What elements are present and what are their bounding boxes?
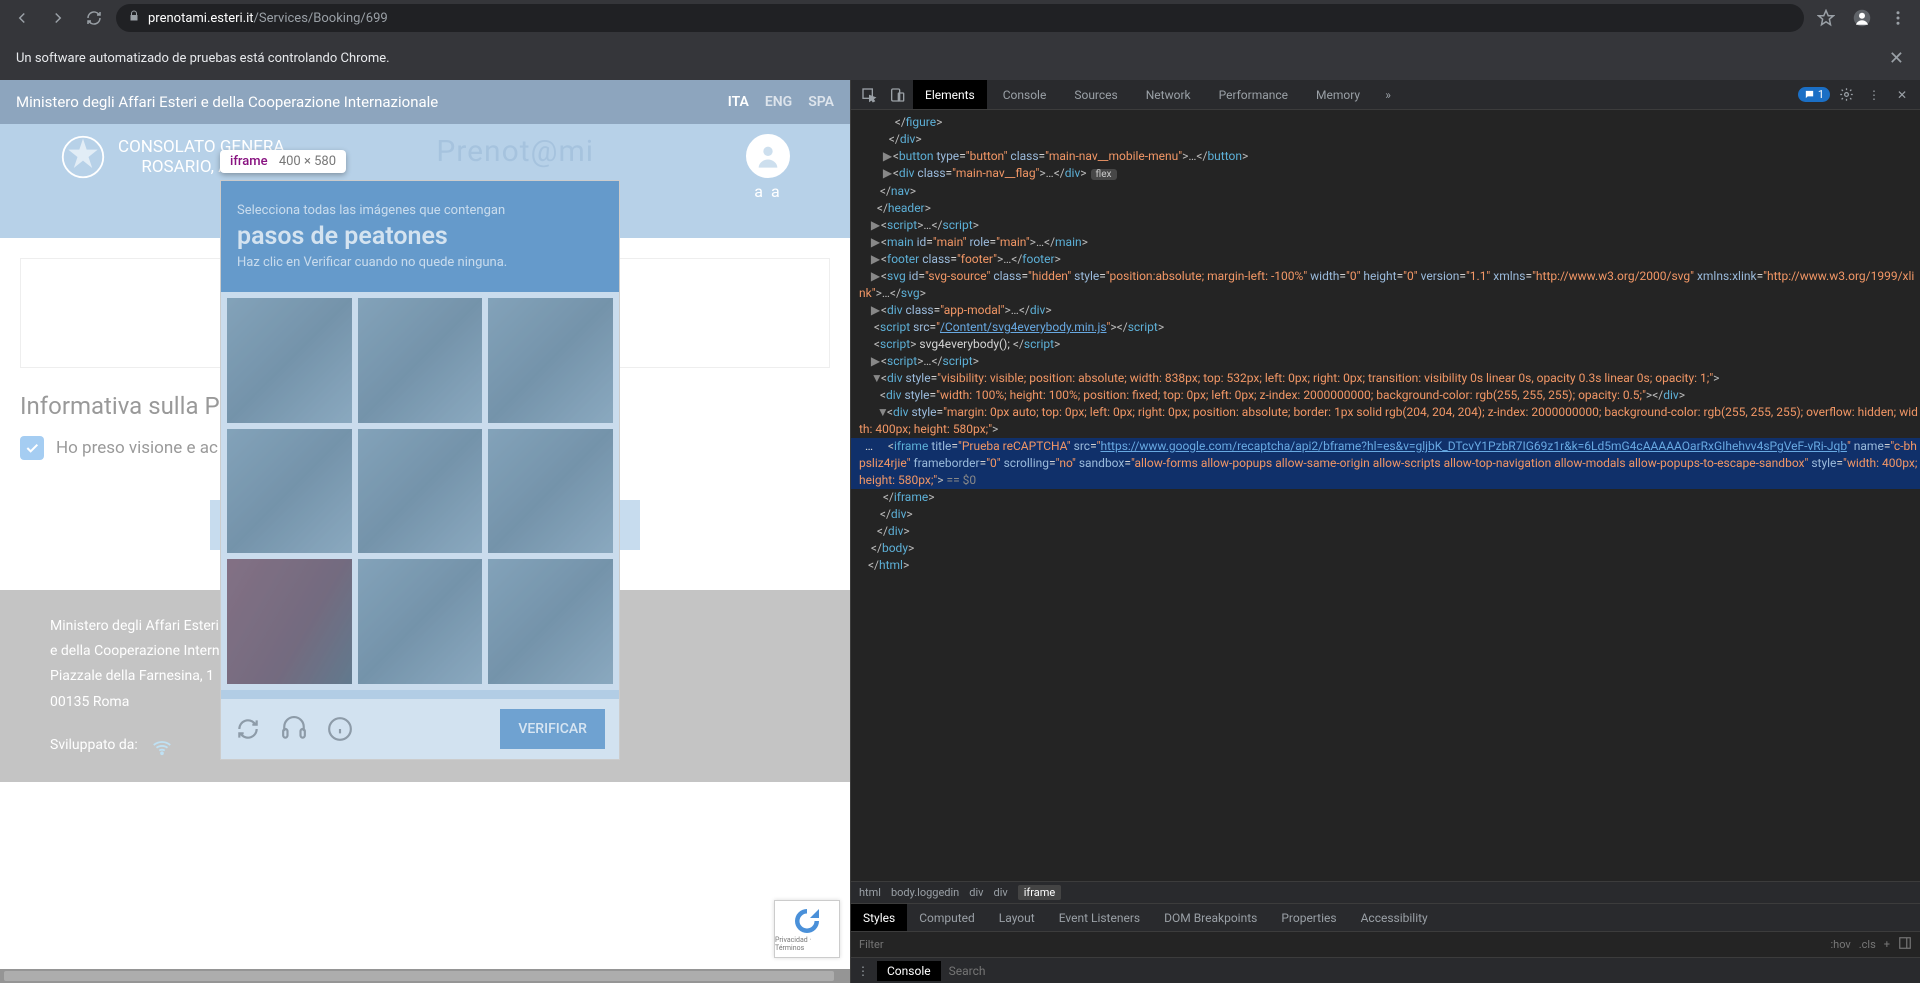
styles-filter: :hov .cls + [851,931,1920,957]
console-drawer: ⋮ Console [851,957,1920,983]
cls-toggle[interactable]: .cls [1859,938,1876,951]
crumb-iframe[interactable]: iframe [1018,885,1061,900]
forward-button[interactable] [44,4,72,32]
tab-computed[interactable]: Computed [907,904,987,931]
automation-banner-text: Un software automatizado de pruebas está… [16,51,390,66]
crumb-html[interactable]: html [859,886,881,899]
reload-icon[interactable] [235,716,261,742]
captcha-tile[interactable] [227,429,352,554]
captcha-tile[interactable] [488,298,613,423]
recaptcha-icon [792,906,822,936]
captcha-target: pasos de peatones [237,222,603,251]
profile-icon[interactable] [1848,4,1876,32]
issues-badge[interactable]: 1 [1798,87,1830,102]
menu-icon[interactable] [1884,4,1912,32]
console-search[interactable] [949,964,1914,978]
device-toggle-icon[interactable] [885,83,909,107]
captcha-tile[interactable] [358,429,483,554]
tab-styles[interactable]: Styles [851,904,907,931]
url-path: /Services/Booking/699 [254,11,388,26]
tab-memory[interactable]: Memory [1304,80,1372,109]
reload-button[interactable] [80,4,108,32]
tab-performance[interactable]: Performance [1207,80,1300,109]
captcha-header: Selecciona todas las imágenes que conten… [221,181,619,292]
verify-button[interactable]: VERIFICAR [500,709,605,749]
bookmark-icon[interactable] [1812,4,1840,32]
crumb-div2[interactable]: div [993,886,1007,899]
tab-sources[interactable]: Sources [1062,80,1129,109]
tab-properties[interactable]: Properties [1269,904,1348,931]
close-icon[interactable]: ✕ [1889,48,1904,69]
url-bar[interactable]: prenotami.esteri.it/Services/Booking/699 [116,4,1804,32]
crumb-body[interactable]: body.loggedin [891,886,959,899]
browser-toolbar: prenotami.esteri.it/Services/Booking/699 [0,0,1920,36]
add-rule-button[interactable]: + [1884,938,1890,951]
captcha-sub: Haz clic en Verificar cuando no quede ni… [237,255,603,270]
captcha-tile[interactable] [227,559,352,684]
recaptcha-terms: Privacidad · Términos [775,936,839,952]
tab-elements[interactable]: Elements [913,80,987,109]
captcha-tile[interactable] [227,298,352,423]
tab-event-listeners[interactable]: Event Listeners [1047,904,1152,931]
toggle-pane-icon[interactable] [1898,936,1912,953]
elements-tree[interactable]: </figure> </div> ▶<button type="button" … [851,110,1920,881]
tab-accessibility[interactable]: Accessibility [1349,904,1440,931]
recaptcha-badge[interactable]: Privacidad · Términos [774,900,840,958]
tooltip-dims: 400 × 580 [279,154,336,169]
console-drawer-tab[interactable]: Console [877,961,941,981]
captcha-tile[interactable] [488,429,613,554]
crumb-div1[interactable]: div [969,886,983,899]
tab-layout[interactable]: Layout [987,904,1047,931]
back-button[interactable] [8,4,36,32]
info-icon[interactable] [327,716,353,742]
styles-tabs: Styles Computed Layout Event Listeners D… [851,903,1920,931]
tab-dom-breakpoints[interactable]: DOM Breakpoints [1152,904,1269,931]
devtools-pane: Elements Console Sources Network Perform… [850,80,1920,983]
captcha-tile[interactable] [358,559,483,684]
hov-toggle[interactable]: :hov [1830,938,1850,951]
more-tabs-icon[interactable]: » [1376,83,1400,107]
tab-console[interactable]: Console [991,80,1059,109]
automation-banner: Un software automatizado de pruebas está… [0,36,1920,80]
filter-input[interactable] [859,938,1830,951]
gear-icon[interactable] [1834,83,1858,107]
lock-icon [128,10,140,26]
inspector-tooltip: iframe 400 × 580 [220,150,346,173]
captcha-grid [221,292,619,690]
captcha-tile[interactable] [488,559,613,684]
captcha-instruction: Selecciona todas las imágenes que conten… [237,203,603,218]
drawer-kebab-icon[interactable]: ⋮ [857,964,869,978]
audio-icon[interactable] [281,716,307,742]
captcha-tile[interactable] [358,298,483,423]
devtools-toolbar: Elements Console Sources Network Perform… [851,80,1920,110]
kebab-icon[interactable]: ⋮ [1862,83,1886,107]
breadcrumb[interactable]: html body.loggedin div div iframe [851,881,1920,903]
page-pane: Ministero degli Affari Esteri e della Co… [0,80,850,983]
recaptcha-iframe[interactable]: Selecciona todas las imágenes que conten… [220,180,620,760]
tab-network[interactable]: Network [1134,80,1203,109]
tooltip-tag: iframe [230,154,268,169]
url-host: prenotami.esteri.it [148,11,254,26]
inspect-element-icon[interactable] [857,83,881,107]
captcha-footer: VERIFICAR [221,699,619,759]
close-devtools-icon[interactable]: ✕ [1890,83,1914,107]
